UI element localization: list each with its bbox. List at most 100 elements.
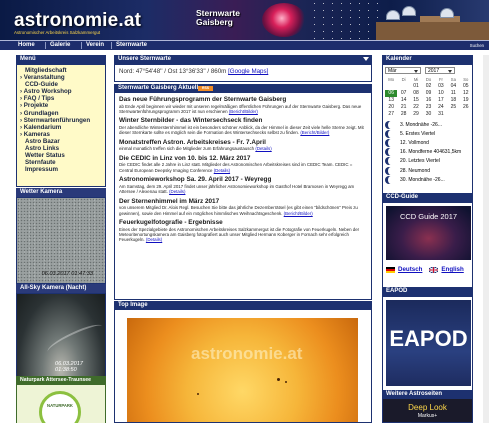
calendar-day[interactable]: 11 <box>447 90 459 97</box>
naturpark-header: Naturpark Attersee-Traunsee <box>16 376 106 384</box>
news-article-link[interactable]: (Bericht/Bilder) <box>300 130 329 135</box>
calendar-day[interactable]: 01 <box>410 83 422 90</box>
calendar-day[interactable]: 20 <box>385 104 397 111</box>
calendar-day[interactable]: 09 <box>422 90 434 97</box>
calendar-day[interactable]: 08 <box>410 90 422 97</box>
site-logo[interactable]: astronomie.at <box>14 10 141 32</box>
menu-item[interactable]: Astro Bazar <box>17 138 105 145</box>
calendar-event-text: 30. Mondnähe -26... <box>400 176 445 183</box>
news-article: Das neue Führungsprogramm der Sternwarte… <box>119 96 367 114</box>
weather-camera-image[interactable]: 06.03.2017 01:47:33 <box>16 197 106 284</box>
calendar-day[interactable]: 23 <box>422 104 434 111</box>
eapod-image[interactable]: EAPOD <box>386 300 471 386</box>
menu-item[interactable]: › Projekte <box>17 102 105 109</box>
english-link[interactable]: English <box>441 266 463 273</box>
calendar-day[interactable]: 22 <box>410 104 422 111</box>
menu-item[interactable]: › Kameras <box>17 131 105 138</box>
calendar-day[interactable]: 24 <box>435 104 447 111</box>
collapse-icon[interactable] <box>363 57 369 61</box>
calendar-event[interactable]: 20. Letztes Viertel <box>385 157 470 166</box>
calendar-day[interactable]: 27 <box>385 111 397 118</box>
news-article-link[interactable]: (Details) <box>214 168 230 173</box>
news-article-link[interactable]: (Bericht/Bilder) <box>284 211 313 216</box>
calendar-day[interactable]: 05 <box>460 83 472 90</box>
german-flag-icon <box>386 266 395 273</box>
calendar-day[interactable]: 17 <box>435 97 447 104</box>
calendar-day[interactable]: 19 <box>460 97 472 104</box>
calendar-day[interactable]: 21 <box>397 104 409 111</box>
calendar-day[interactable]: 15 <box>410 97 422 104</box>
news-article-title[interactable]: Winter Sternbilder - das Wintersechseck … <box>119 117 367 125</box>
nav-sternwarte[interactable]: Sternwarte <box>116 42 147 48</box>
page-scrollbar[interactable] <box>483 55 489 423</box>
calendar-day[interactable]: 16 <box>422 97 434 104</box>
calendar-event[interactable]: 28. Neumond <box>385 166 470 175</box>
menu-item[interactable]: › FAQ / Tips <box>17 95 105 102</box>
news-article-title[interactable]: Das neue Führungsprogramm der Sternwarte… <box>119 96 367 104</box>
menu-item[interactable]: › Sternwartenführungen <box>17 117 105 124</box>
year-select[interactable]: 2017 <box>425 67 455 74</box>
calendar-day[interactable]: 12 <box>460 90 472 97</box>
calendar-day[interactable]: 14 <box>397 97 409 104</box>
menu-item[interactable]: Wetter Status <box>17 152 105 159</box>
main-nav: Home Galerie Verein Sternwarte Suchen <box>0 40 489 50</box>
news-article-title[interactable]: Monatstreffen Astron. Arbeitskreises - F… <box>119 139 367 147</box>
deutsch-link[interactable]: Deutsch <box>398 266 422 273</box>
menu-panel: Menü Mitgliedschaft › Veranstaltung CCD-… <box>16 55 106 187</box>
news-article-text: Eines der Spezialgebiete des Astronomisc… <box>119 227 367 243</box>
menu-item[interactable]: › Astro Workshop <box>17 88 105 95</box>
menu-item[interactable]: › Grundlagen <box>17 110 105 117</box>
menu-item[interactable]: Astro Links <box>17 145 105 152</box>
calendar-event[interactable]: 3. Mondnähe -26... <box>385 120 470 129</box>
calendar-day[interactable]: 26 <box>460 104 472 111</box>
news-article-link[interactable]: (Details) <box>169 189 185 194</box>
calendar-day[interactable]: 10 <box>435 90 447 97</box>
calendar-event[interactable]: 12. Vollmond <box>385 138 470 147</box>
news-article-title[interactable]: Der Sternenhimmel im März 2017 <box>119 198 367 206</box>
calendar-day[interactable]: 29 <box>410 111 422 118</box>
news-article-title[interactable]: Feuerkugelfotografie - Ergebnisse <box>119 219 367 227</box>
news-article-link[interactable]: (Bericht/Bilder) <box>229 109 258 114</box>
calendar-header: Kalender <box>382 55 473 64</box>
calendar-day[interactable]: 02 <box>422 83 434 90</box>
calendar-day[interactable]: 18 <box>447 97 459 104</box>
menu-item[interactable]: Sternfaute <box>17 159 105 166</box>
news-article-title[interactable]: Astronomieworkshop Sa. 29. April 2017 - … <box>119 176 367 184</box>
calendar-day[interactable]: 13 <box>385 97 397 104</box>
calendar-day[interactable]: 25 <box>447 104 459 111</box>
eapod-panel: EAPOD EAPOD <box>382 287 473 392</box>
calendar-day[interactable]: 30 <box>422 111 434 118</box>
sun-image[interactable]: astronomie.at <box>127 318 358 422</box>
menu-item[interactable]: Impressum <box>17 166 105 173</box>
calendar-event[interactable]: 16. Mondferne 404631,5km <box>385 148 470 157</box>
google-maps-link[interactable]: [Google Maps] <box>228 68 268 75</box>
more-sites-banner[interactable]: Deep Look Markus+ <box>382 399 473 423</box>
top-image-body: astronomie.at <box>114 310 372 423</box>
news-article-link[interactable]: (Details) <box>255 146 271 151</box>
calendar-event[interactable]: 5. Erstes Viertel <box>385 129 470 138</box>
nav-home[interactable]: Home <box>18 42 35 48</box>
naturpark-body[interactable]: NATURPARK <box>16 384 106 423</box>
nav-verein[interactable]: Verein <box>86 42 104 48</box>
calendar-day[interactable]: 04 <box>447 83 459 90</box>
rss-icon[interactable]: RSS <box>198 86 213 91</box>
news-article-title[interactable]: Die CEDIC in Linz von 10. bis 12. März 2… <box>119 155 367 163</box>
menu-item[interactable]: Mitgliedschaft <box>17 67 105 74</box>
calendar-day[interactable]: 28 <box>397 111 409 118</box>
search-link[interactable]: Suchen <box>470 43 484 48</box>
month-select[interactable]: Mär <box>385 67 421 74</box>
news-article-link[interactable]: (Details) <box>146 237 162 242</box>
calendar-day[interactable]: 31 <box>435 111 447 118</box>
allsky-camera-image[interactable]: 06.03.2017 01:38:50 <box>16 293 106 379</box>
menu-item[interactable]: › Veranstaltung <box>17 74 105 81</box>
more-sites-panel: Weitere Astroseiten Deep Look Markus+ <box>382 390 473 423</box>
calendar-day[interactable]: 06 <box>385 90 398 97</box>
calendar-day[interactable]: 07 <box>397 90 409 97</box>
nav-galerie[interactable]: Galerie <box>50 42 70 48</box>
calendar-day[interactable]: 03 <box>435 83 447 90</box>
menu-item[interactable]: › Kalendarium <box>17 124 105 131</box>
naturpark-logo[interactable]: NATURPARK <box>39 391 81 423</box>
calendar-event[interactable]: 30. Mondnähe -26... <box>385 175 470 184</box>
menu-item[interactable]: CCD-Guide <box>17 81 105 88</box>
ccd-guide-cover-image[interactable]: CCD Guide 2017 <box>386 206 471 260</box>
